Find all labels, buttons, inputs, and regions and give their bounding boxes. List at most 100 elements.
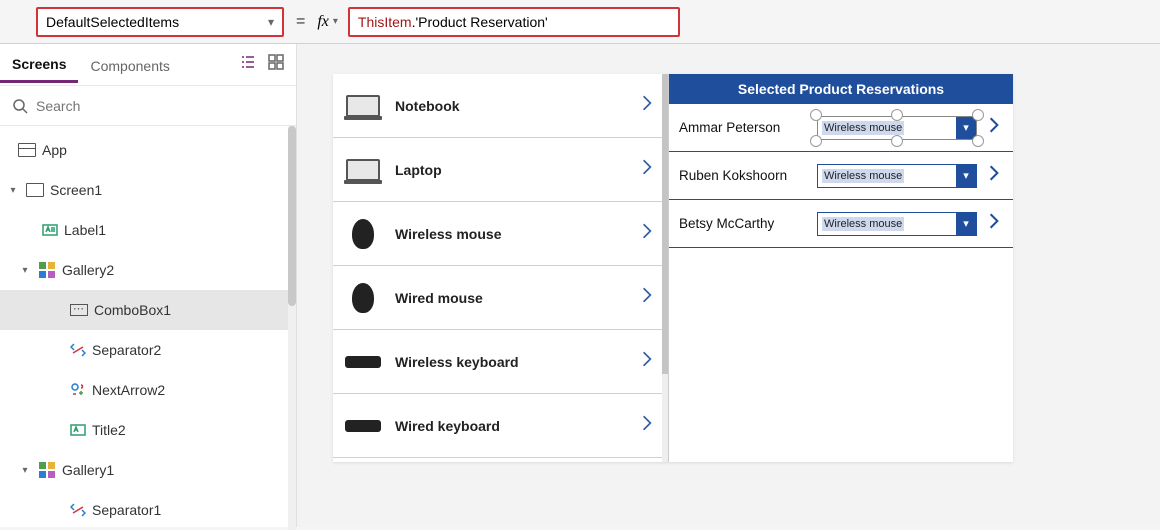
search-icon — [12, 98, 28, 114]
list-item[interactable]: Ruben Kokshoorn Wireless mouse ▾ — [669, 152, 1013, 200]
list-item[interactable]: Betsy McCarthy Wireless mouse ▾ — [669, 200, 1013, 248]
product-label: Laptop — [395, 162, 624, 178]
resize-handle[interactable] — [891, 135, 903, 147]
list-item[interactable]: Wired mouse — [333, 266, 668, 330]
reservation-name: Betsy McCarthy — [679, 216, 809, 231]
chevron-down-icon: ▾ — [268, 15, 274, 29]
separator-icon — [70, 502, 86, 518]
tree-item-app[interactable]: App — [0, 130, 296, 170]
search-row — [0, 86, 296, 126]
property-dropdown[interactable]: DefaultSelectedItems ▾ — [36, 7, 284, 37]
tree-item-screen1[interactable]: ▾ Screen1 — [0, 170, 296, 210]
tree-item-separator1[interactable]: Separator1 — [0, 490, 296, 530]
tab-components[interactable]: Components — [78, 48, 181, 82]
chevron-right-icon[interactable] — [638, 222, 656, 245]
tree-label: App — [42, 142, 67, 158]
tree-tabs: Screens Components — [0, 44, 296, 86]
chevron-right-icon[interactable] — [638, 414, 656, 437]
tree-view-panel: Screens Components App ▾ Screen1 — [0, 44, 297, 527]
tree-label: Separator1 — [92, 502, 161, 518]
reservations-header: Selected Product Reservations — [669, 74, 1013, 104]
tree-label: ComboBox1 — [94, 302, 171, 318]
canvas-area: Notebook Laptop Wireless mouse Wired mou… — [297, 44, 1160, 527]
chevron-right-icon[interactable] — [985, 212, 1003, 235]
chevron-down-icon[interactable]: ▾ — [956, 117, 976, 139]
label-icon — [42, 222, 58, 238]
collapse-icon[interactable]: ▾ — [18, 465, 32, 476]
tree-item-nextarrow2[interactable]: NextArrow2 — [0, 370, 296, 410]
grid-view-icon[interactable] — [268, 54, 284, 75]
property-dropdown-value: DefaultSelectedItems — [46, 14, 179, 30]
chevron-down-icon: ▾ — [333, 16, 338, 27]
gallery-scrollbar[interactable] — [662, 74, 668, 462]
tree-item-gallery2[interactable]: ▾ Gallery2 — [0, 250, 296, 290]
combobox[interactable]: Wireless mouse ▾ — [817, 164, 977, 188]
gallery-icon — [39, 462, 55, 478]
combobox-icon — [70, 304, 88, 316]
resize-handle[interactable] — [810, 135, 822, 147]
reservations-gallery: Selected Product Reservations Ammar Pete… — [669, 74, 1013, 462]
combobox-tag: Wireless mouse — [822, 169, 904, 183]
chevron-right-icon[interactable] — [638, 94, 656, 117]
collapse-icon[interactable]: ▾ — [6, 185, 20, 196]
list-item[interactable]: Wireless mouse — [333, 202, 668, 266]
product-label: Wired mouse — [395, 290, 624, 306]
combobox[interactable]: Wireless mouse ▾ — [817, 212, 977, 236]
formula-bar: DefaultSelectedItems ▾ = fx ▾ ThisItem.'… — [0, 0, 1160, 44]
search-input[interactable] — [36, 98, 284, 114]
products-gallery: Notebook Laptop Wireless mouse Wired mou… — [333, 74, 669, 462]
app-preview: Notebook Laptop Wireless mouse Wired mou… — [333, 74, 1013, 462]
formula-token-string: 'Product Reservation' — [416, 14, 548, 30]
list-item[interactable]: Ammar Peterson Wireless mouse ▾ — [669, 104, 1013, 152]
tree-item-gallery1[interactable]: ▾ Gallery1 — [0, 450, 296, 490]
product-image — [345, 219, 381, 249]
list-item[interactable]: Wireless keyboard — [333, 330, 668, 394]
product-label: Wired keyboard — [395, 418, 624, 434]
formula-token-thisitem: ThisItem — [358, 14, 412, 30]
formula-input[interactable]: ThisItem.'Product Reservation' — [348, 7, 680, 37]
chevron-right-icon[interactable] — [638, 158, 656, 181]
nextarrow-icon — [70, 382, 86, 398]
resize-handle[interactable] — [972, 135, 984, 147]
chevron-down-icon[interactable]: ▾ — [956, 213, 976, 235]
tree-item-combobox1[interactable]: ComboBox1 — [0, 290, 296, 330]
tree-label: Gallery1 — [62, 462, 114, 478]
product-label: Wireless keyboard — [395, 354, 624, 370]
tree-label: Screen1 — [50, 182, 102, 198]
separator-icon — [70, 342, 86, 358]
resize-handle[interactable] — [810, 109, 822, 121]
gallery-icon — [39, 262, 55, 278]
list-item[interactable]: Wired keyboard — [333, 394, 668, 458]
fx-button[interactable]: fx ▾ — [317, 13, 338, 31]
product-image — [345, 91, 381, 121]
product-image — [345, 155, 381, 185]
product-image — [345, 347, 381, 377]
tree-view: App ▾ Screen1 Label1 ▾ Gallery2 ComboBox… — [0, 126, 296, 530]
chevron-down-icon[interactable]: ▾ — [956, 165, 976, 187]
tree-label: Label1 — [64, 222, 106, 238]
chevron-right-icon[interactable] — [638, 350, 656, 373]
product-image — [345, 283, 381, 313]
resize-handle[interactable] — [972, 109, 984, 121]
collapse-icon[interactable]: ▾ — [18, 265, 32, 276]
list-item[interactable]: Notebook — [333, 74, 668, 138]
chevron-right-icon[interactable] — [638, 286, 656, 309]
tree-label: Gallery2 — [62, 262, 114, 278]
chevron-right-icon[interactable] — [985, 116, 1003, 139]
list-item[interactable]: Laptop — [333, 138, 668, 202]
combobox-tag: Wireless mouse — [822, 217, 904, 231]
tab-screens[interactable]: Screens — [0, 46, 78, 83]
list-view-icon[interactable] — [240, 54, 256, 75]
tree-label: Separator2 — [92, 342, 161, 358]
tree-item-separator2[interactable]: Separator2 — [0, 330, 296, 370]
reservation-name: Ruben Kokshoorn — [679, 168, 809, 183]
product-label: Notebook — [395, 98, 624, 114]
fx-label-text: fx — [317, 13, 329, 31]
resize-handle[interactable] — [891, 109, 903, 121]
combobox-tag: Wireless mouse — [822, 121, 904, 135]
tree-item-title2[interactable]: Title2 — [0, 410, 296, 450]
chevron-right-icon[interactable] — [985, 164, 1003, 187]
equals-sign: = — [296, 13, 305, 31]
tree-item-label1[interactable]: Label1 — [0, 210, 296, 250]
tree-scrollbar[interactable] — [288, 126, 296, 530]
